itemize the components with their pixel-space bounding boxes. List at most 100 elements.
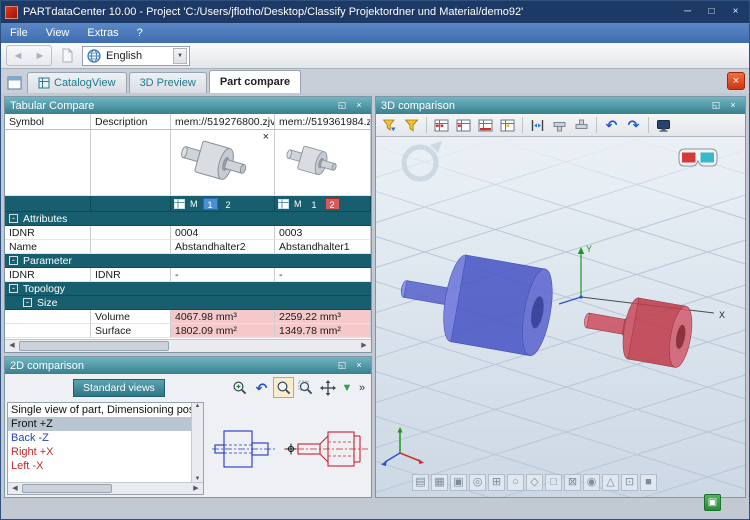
render-mode-icon[interactable]: □ xyxy=(545,474,562,491)
compare-grid-2-button[interactable] xyxy=(453,115,474,135)
render-mode-icon[interactable]: ▣ xyxy=(450,474,467,491)
page1-button[interactable]: 1 xyxy=(307,198,322,210)
collapse-icon[interactable]: - xyxy=(9,284,18,293)
render-mode-icon[interactable]: ○ xyxy=(507,474,524,491)
undo-view-button[interactable]: ↶ xyxy=(251,377,272,398)
fit-connection-button[interactable] xyxy=(549,115,570,135)
remove-part-icon[interactable]: × xyxy=(263,132,269,142)
render-mode-icon[interactable]: ■ xyxy=(640,474,657,491)
section-topology[interactable]: - Topology xyxy=(5,282,371,296)
menu-help[interactable]: ? xyxy=(128,23,152,43)
comparison-2d-titlebar[interactable]: 2D comparison ◱ × xyxy=(5,357,371,374)
standard-views-button[interactable]: Standard views xyxy=(73,379,165,397)
zoom-fit-button[interactable] xyxy=(295,377,316,398)
render-mode-icon[interactable]: ⊡ xyxy=(621,474,638,491)
float-panel-icon[interactable]: ◱ xyxy=(335,359,349,372)
render-mode-icon[interactable]: ▦ xyxy=(431,474,448,491)
menu-extras[interactable]: Extras xyxy=(78,23,127,43)
collapse-icon[interactable]: - xyxy=(9,214,18,223)
part2-thumbnail[interactable] xyxy=(275,130,371,196)
render-mode-icon[interactable]: ⊞ xyxy=(488,474,505,491)
table-row[interactable]: Name Abstandhalter2 Abstandhalter1 xyxy=(5,240,371,254)
mode-m-button[interactable]: M xyxy=(188,198,200,210)
section-attributes[interactable]: - Attributes xyxy=(5,212,371,226)
fullscreen-button[interactable] xyxy=(653,115,674,135)
forward-button[interactable]: ► xyxy=(29,46,51,65)
page1-button[interactable]: 1 xyxy=(203,198,218,210)
fit-connection-2-button[interactable] xyxy=(571,115,592,135)
more-views-dropdown[interactable]: ▼ xyxy=(339,382,355,394)
close-panel-icon[interactable]: × xyxy=(352,99,366,112)
table-row[interactable]: IDNR IDNR - - xyxy=(5,268,371,282)
maximize-button[interactable]: □ xyxy=(702,4,721,20)
table-view-icon[interactable] xyxy=(174,199,185,209)
collapse-icon[interactable]: - xyxy=(23,298,32,307)
scrollbar-thumb[interactable] xyxy=(19,341,169,351)
close-button[interactable]: × xyxy=(726,4,745,20)
tabular-compare-titlebar[interactable]: Tabular Compare ◱ × xyxy=(5,97,371,114)
redo-button[interactable]: ↷ xyxy=(623,115,644,135)
zoom-mode-button[interactable] xyxy=(273,377,294,398)
zoom-in-button[interactable] xyxy=(229,377,250,398)
align-parts-button[interactable] xyxy=(527,115,548,135)
scroll-left-icon[interactable]: ◀ xyxy=(8,483,22,494)
render-mode-icon[interactable]: ▤ xyxy=(412,474,429,491)
tab-catalogview[interactable]: CatalogView xyxy=(27,72,127,93)
close-tab-button[interactable]: × xyxy=(727,72,745,90)
scroll-left-icon[interactable]: ◀ xyxy=(5,340,19,352)
table-view-icon[interactable] xyxy=(278,199,289,209)
scroll-right-icon[interactable]: ▶ xyxy=(189,483,203,494)
toolbar-overflow-icon[interactable]: » xyxy=(356,382,368,394)
layout-icon[interactable] xyxy=(5,73,23,93)
part1-thumbnail[interactable]: × xyxy=(171,130,275,196)
drawing-previews[interactable] xyxy=(211,404,368,494)
chevron-down-icon[interactable]: ▼ xyxy=(173,48,187,64)
undo-button[interactable]: ↶ xyxy=(601,115,622,135)
scroll-right-icon[interactable]: ▶ xyxy=(357,340,371,352)
horizontal-scrollbar[interactable]: ◀ ▶ xyxy=(5,339,371,352)
float-panel-icon[interactable]: ◱ xyxy=(335,99,349,112)
section-size[interactable]: - Size xyxy=(5,296,371,310)
compare-grid-3-button[interactable] xyxy=(475,115,496,135)
view-item-front[interactable]: Front +Z xyxy=(8,417,203,431)
section-parameter[interactable]: - Parameter xyxy=(5,254,371,268)
filter-compare-button[interactable] xyxy=(379,115,400,135)
page2-button[interactable]: 2 xyxy=(325,198,340,210)
render-mode-icon[interactable]: ◎ xyxy=(469,474,486,491)
page2-button[interactable]: 2 xyxy=(221,198,236,210)
table-row[interactable]: IDNR 0004 0003 xyxy=(5,226,371,240)
table-row[interactable]: Surface 1802.09 mm² 1349.78 mm² xyxy=(5,324,371,338)
mode-m-button[interactable]: M xyxy=(292,198,304,210)
collapse-icon[interactable]: - xyxy=(9,256,18,265)
pan-button[interactable] xyxy=(317,377,338,398)
comparison-3d-titlebar[interactable]: 3D comparison ◱ × xyxy=(376,97,745,114)
vertical-scrollbar[interactable]: ▲ ▼ xyxy=(191,403,203,482)
viewport-3d[interactable]: Y X xyxy=(376,137,745,497)
language-select[interactable]: English ▼ xyxy=(82,46,190,66)
menu-view[interactable]: View xyxy=(37,23,79,43)
render-mode-icon[interactable]: ◉ xyxy=(583,474,600,491)
view-item-back[interactable]: Back -Z xyxy=(8,431,203,445)
float-panel-icon[interactable]: ◱ xyxy=(709,99,723,112)
tab-3d-preview[interactable]: 3D Preview xyxy=(129,72,207,93)
menu-file[interactable]: File xyxy=(1,23,37,43)
back-button[interactable]: ◄ xyxy=(7,46,29,65)
render-mode-icon[interactable]: ◇ xyxy=(526,474,543,491)
close-panel-icon[interactable]: × xyxy=(726,99,740,112)
scroll-up-icon[interactable]: ▲ xyxy=(192,403,203,409)
close-panel-icon[interactable]: × xyxy=(352,359,366,372)
horizontal-scrollbar[interactable]: ◀ ▶ xyxy=(8,482,203,494)
titlebar[interactable]: PARTdataCenter 10.00 - Project 'C:/Users… xyxy=(1,1,749,23)
view-item-left[interactable]: Left -X xyxy=(8,459,203,473)
filter-button[interactable] xyxy=(401,115,422,135)
document-button[interactable] xyxy=(56,46,78,65)
view-item-right[interactable]: Right +X xyxy=(8,445,203,459)
tab-part-compare[interactable]: Part compare xyxy=(209,70,301,93)
compare-grid-1-button[interactable] xyxy=(431,115,452,135)
compare-grid-4-button[interactable] xyxy=(497,115,518,135)
minimize-button[interactable]: ─ xyxy=(678,4,697,20)
table-row[interactable]: Volume 4067.98 mm³ 2259.22 mm³ xyxy=(5,310,371,324)
quick-access-button[interactable]: ▣ xyxy=(704,494,721,511)
render-mode-icon[interactable]: ⊠ xyxy=(564,474,581,491)
render-mode-icon[interactable]: △ xyxy=(602,474,619,491)
